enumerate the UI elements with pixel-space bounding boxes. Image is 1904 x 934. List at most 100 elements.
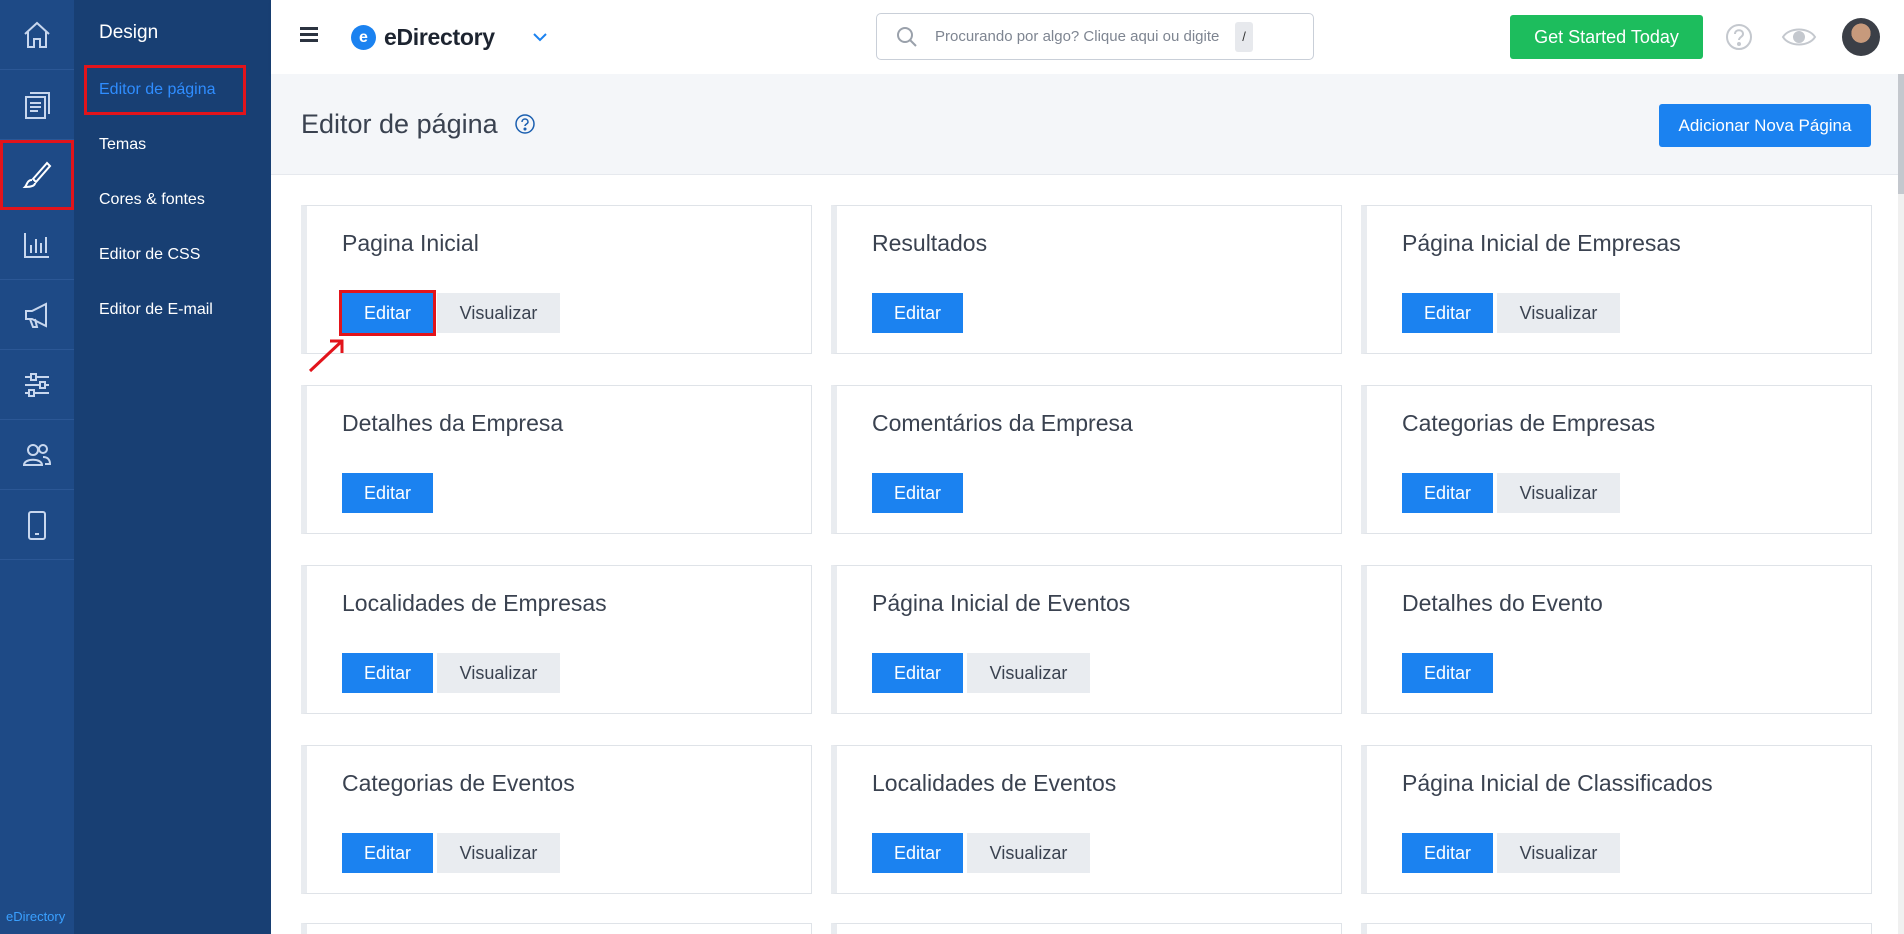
page-card-actions: Editar: [872, 293, 963, 333]
page-card: Categorias de Empresas Editar Visualizar: [1361, 385, 1872, 534]
page-card: Resultados Editar: [831, 205, 1342, 354]
submenu-item-colors-fonts[interactable]: Cores & fontes: [74, 172, 271, 227]
page-card-title: Categorias de Eventos: [342, 770, 575, 796]
page-card-actions: Editar Visualizar: [1402, 293, 1620, 333]
page-card: Localidades de Empresas Editar Visualiza…: [301, 565, 812, 714]
edit-button[interactable]: Editar: [342, 653, 433, 693]
design-submenu: Design Editor de página Temas Cores & fo…: [74, 0, 271, 934]
rail-settings[interactable]: [0, 350, 74, 420]
edit-button[interactable]: Editar: [1402, 293, 1493, 333]
page-card-title: Página Inicial de Eventos: [872, 590, 1131, 616]
view-button[interactable]: Visualizar: [437, 653, 560, 693]
add-new-page-button[interactable]: Adicionar Nova Página: [1659, 104, 1871, 147]
rail-content[interactable]: [0, 70, 74, 140]
page-header: Editor de página Adicionar Nova Página: [271, 74, 1904, 175]
rail-home[interactable]: [0, 0, 74, 70]
sliders-icon: [25, 372, 49, 397]
view-button[interactable]: Visualizar: [967, 653, 1090, 693]
mobile-icon: [28, 510, 46, 540]
rail-design[interactable]: [0, 140, 74, 210]
submenu-item-email-editor[interactable]: Editor de E-mail: [74, 282, 271, 337]
page-card-grid: Pagina Inicial Editar Visualizar Resulta…: [301, 205, 1872, 894]
page-card-actions: Editar: [872, 473, 963, 513]
menu-icon[interactable]: [300, 27, 318, 43]
edit-button[interactable]: Editar: [1402, 653, 1493, 693]
view-button[interactable]: Visualizar: [1497, 833, 1620, 873]
edit-button[interactable]: Editar: [872, 833, 963, 873]
chart-icon: [24, 232, 49, 258]
view-button[interactable]: Visualizar: [967, 833, 1090, 873]
edit-button[interactable]: Editar: [872, 653, 963, 693]
rail-brand: eDirectory: [6, 909, 66, 924]
rail-reports[interactable]: [0, 210, 74, 280]
logo-text: eDirectory: [384, 24, 495, 50]
avatar[interactable]: [1842, 18, 1880, 56]
view-button[interactable]: Visualizar: [1497, 473, 1620, 513]
get-started-button[interactable]: Get Started Today: [1510, 15, 1703, 59]
page-card: Página Inicial de Eventos Editar Visuali…: [831, 565, 1342, 714]
page-card-title: Detalhes do Evento: [1402, 590, 1603, 616]
submenu-item-themes[interactable]: Temas: [74, 117, 271, 172]
page-card: Página Inicial de Classificados Editar V…: [1361, 745, 1872, 894]
view-button[interactable]: Visualizar: [437, 833, 560, 873]
page-card: Localidades de Eventos Editar Visualizar: [831, 745, 1342, 894]
rail-users[interactable]: [0, 420, 74, 490]
page-card: Detalhes do Evento Editar: [1361, 565, 1872, 714]
rail-mobile[interactable]: [0, 490, 74, 560]
page-title: Editor de página: [301, 109, 498, 139]
annotation-arrow-icon: [308, 339, 344, 373]
search-shortcut-key: /: [1235, 21, 1253, 52]
page-card: Comentários da Empresa Editar: [831, 385, 1342, 534]
page-card-title: Detalhes da Empresa: [342, 410, 564, 436]
page-card-actions: Editar Visualizar: [1402, 473, 1620, 513]
submenu-item-css-editor[interactable]: Editor de CSS: [74, 227, 271, 282]
page-card-title: Categorias de Empresas: [1402, 410, 1656, 436]
page-card-actions: Editar: [342, 473, 433, 513]
page-card-title: Pagina Inicial: [342, 230, 479, 256]
page-card-actions: Editar Visualizar: [872, 833, 1090, 873]
page-card-actions: Editar Visualizar: [872, 653, 1090, 693]
page-card-title: Página Inicial de Classificados: [1402, 770, 1713, 796]
help-icon[interactable]: [1724, 22, 1754, 52]
page-card-title: Página Inicial de Empresas: [1402, 230, 1681, 256]
top-header: e eDirectory / Get Started Today: [271, 0, 1904, 74]
home-icon: [24, 21, 50, 48]
page-card-actions: Editar: [1402, 653, 1493, 693]
edit-button[interactable]: Editar: [339, 290, 436, 336]
chevron-down-icon[interactable]: [531, 28, 549, 46]
edit-button[interactable]: Editar: [872, 293, 963, 333]
eye-icon[interactable]: [1781, 24, 1817, 50]
edit-button[interactable]: Editar: [342, 833, 433, 873]
page-card: Pagina Inicial Editar Visualizar: [301, 205, 812, 354]
view-button[interactable]: Visualizar: [1497, 293, 1620, 333]
scrollbar-thumb[interactable]: [1898, 74, 1904, 194]
page-card-actions: Editar Visualizar: [1402, 833, 1620, 873]
page-card-actions: Editar Visualizar: [339, 290, 560, 336]
view-button[interactable]: Visualizar: [437, 293, 560, 333]
page-card-partial: [831, 923, 1342, 934]
users-icon: [22, 443, 52, 466]
edit-button[interactable]: Editar: [342, 473, 433, 513]
search-input[interactable]: [935, 28, 1231, 45]
rail-promotion[interactable]: [0, 280, 74, 350]
scrollbar-track[interactable]: [1898, 74, 1904, 934]
page-card-title: Resultados: [872, 230, 988, 256]
content-icon: [25, 91, 50, 119]
page-card-partial: [1361, 923, 1872, 934]
page-card-actions: Editar Visualizar: [342, 833, 560, 873]
search-box[interactable]: /: [876, 13, 1314, 60]
page-card-partial: [301, 923, 812, 934]
page-card-title: Localidades de Eventos: [872, 770, 1117, 796]
submenu-item-page-editor[interactable]: Editor de página: [74, 62, 271, 117]
submenu-title: Design: [99, 22, 159, 43]
question-circle-icon[interactable]: [514, 113, 536, 135]
edit-button[interactable]: Editar: [1402, 473, 1493, 513]
edit-button[interactable]: Editar: [872, 473, 963, 513]
page-card-title: Comentários da Empresa: [872, 410, 1133, 436]
edit-button[interactable]: Editar: [1402, 833, 1493, 873]
brush-icon: [22, 161, 52, 188]
logo[interactable]: e eDirectory: [351, 24, 495, 51]
next-row-partial: [301, 923, 1872, 934]
logo-badge: e: [351, 25, 376, 50]
icon-rail: eDirectory: [0, 0, 74, 934]
